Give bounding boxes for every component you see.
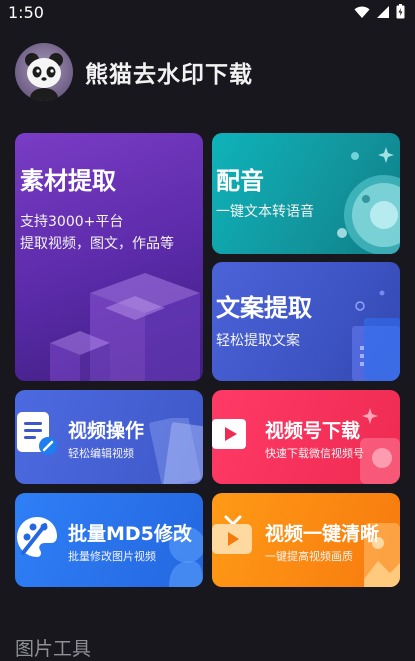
edit-document-icon	[17, 412, 57, 455]
channel-download-subtitle: 快速下载微信视频号	[265, 447, 364, 460]
copy-extract-subtitle: 轻松提取文案	[216, 333, 300, 349]
batch-md5-subtitle: 批量修改图片视频	[68, 550, 156, 563]
wifi-icon	[354, 6, 370, 18]
video-enhance-subtitle: 一键提高视频画质	[265, 550, 353, 563]
panda-avatar-icon	[25, 53, 63, 101]
app-header: 熊猫去水印下载	[15, 42, 253, 102]
dubbing-title: 配音	[216, 167, 264, 195]
film-pages-illustration	[149, 418, 203, 484]
material-extract-title: 素材提取	[20, 167, 116, 195]
cube-illustration	[50, 273, 200, 381]
batch-md5-card[interactable]: 批量MD5修改 批量修改图片视频	[15, 493, 203, 587]
dubbing-card[interactable]: 配音 一键文本转语音	[212, 133, 400, 254]
video-enhance-title: 视频一键清晰	[265, 523, 380, 545]
palette-icon	[17, 517, 57, 557]
material-extract-line2: 提取视频，图文，作品等	[20, 236, 174, 252]
material-extract-line1: 支持3000+平台	[20, 214, 124, 230]
signal-icon	[377, 5, 389, 18]
document-icon	[352, 290, 400, 381]
disc-icon	[337, 147, 400, 254]
video-operations-card[interactable]: 视频操作 轻松编辑视频	[15, 390, 203, 484]
tv-icon	[212, 515, 252, 554]
dubbing-subtitle: 一键文本转语音	[216, 204, 314, 220]
video-operations-title: 视频操作	[68, 420, 145, 442]
app-title: 熊猫去水印下载	[85, 62, 253, 88]
avatar[interactable]	[15, 43, 73, 101]
batch-md5-title: 批量MD5修改	[68, 523, 192, 545]
video-play-icon	[212, 419, 246, 449]
status-bar: 1:50	[0, 0, 415, 26]
material-extract-card[interactable]: 素材提取 支持3000+平台 提取视频，图文，作品等	[15, 133, 203, 381]
copy-extract-card[interactable]: 文案提取 轻松提取文案	[212, 262, 400, 381]
battery-icon	[396, 4, 405, 19]
status-time: 1:50	[8, 3, 44, 22]
status-icons	[354, 4, 405, 19]
channel-download-title: 视频号下载	[265, 420, 361, 442]
channel-download-card[interactable]: 视频号下载 快速下载微信视频号	[212, 390, 400, 484]
copy-extract-title: 文案提取	[216, 294, 312, 322]
video-enhance-card[interactable]: 视频一键清晰 一键提高视频画质	[212, 493, 400, 587]
image-tools-section-title: 图片工具	[15, 638, 92, 660]
video-operations-subtitle: 轻松编辑视频	[68, 447, 134, 460]
